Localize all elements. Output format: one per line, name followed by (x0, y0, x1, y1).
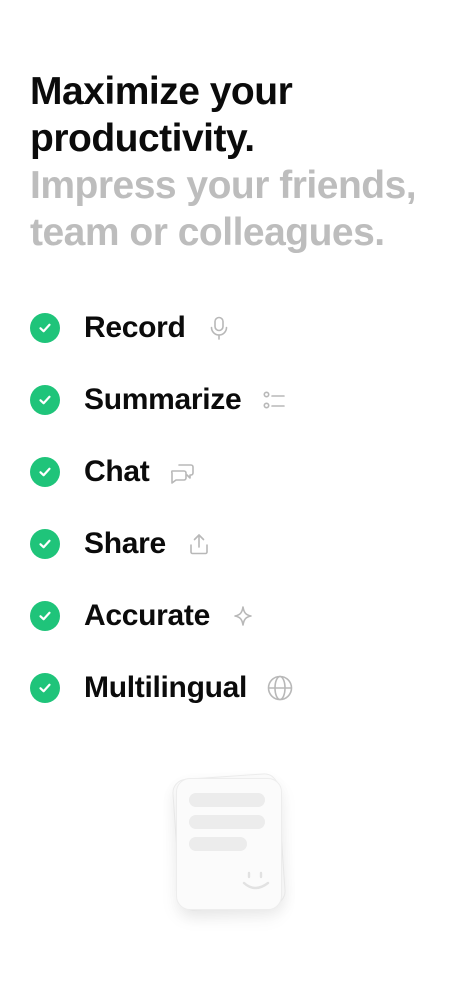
globe-icon (265, 673, 295, 703)
list-icon (259, 385, 289, 415)
feature-item-accurate: Accurate (30, 580, 450, 652)
feature-label: Summarize (84, 383, 242, 416)
check-icon (30, 457, 60, 487)
feature-label: Multilingual (84, 671, 248, 704)
check-icon (30, 385, 60, 415)
check-icon (30, 529, 60, 559)
microphone-icon (204, 313, 234, 343)
feature-item-share: Share (30, 508, 450, 580)
feature-label: Chat (84, 455, 150, 488)
feature-label: Accurate (84, 599, 210, 632)
onboarding-heading: Maximize your productivity. Impress your… (30, 68, 450, 256)
feature-item-multilingual: Multilingual (30, 652, 450, 724)
chat-bubbles-icon (167, 457, 197, 487)
feature-label: Record (84, 311, 186, 344)
feature-item-summarize: Summarize (30, 364, 450, 436)
heading-subtitle: Impress your friends, team or colleagues… (30, 164, 417, 254)
sparkle-icon (228, 601, 258, 631)
feature-item-chat: Chat (30, 436, 450, 508)
notes-illustration (170, 772, 288, 917)
feature-label: Share (84, 527, 166, 560)
feature-list: Record Summarize Chat Share Accurate Mul… (30, 292, 450, 724)
heading-title: Maximize your productivity. (30, 70, 293, 160)
feature-item-record: Record (30, 292, 450, 364)
check-icon (30, 673, 60, 703)
share-icon (184, 529, 214, 559)
note-card-front (176, 778, 282, 910)
check-icon (30, 313, 60, 343)
check-icon (30, 601, 60, 631)
smiley-icon (242, 871, 270, 890)
